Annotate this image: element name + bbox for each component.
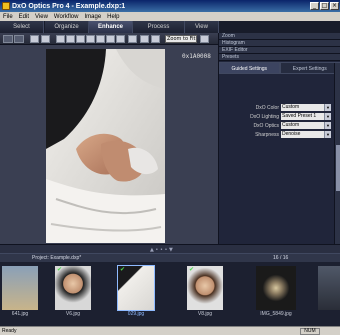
filmstrip: 641.jpg ✔ V6.jpg ✔ 029.jpg ✔ V8.jpg IMG_… [0,262,340,326]
check-icon: ✔ [189,266,195,273]
menu-bar: File Edit View Workflow Image Help [0,12,340,21]
setting-dxo-lighting: DxO Lighting Saved Preset 1 ▼ [219,113,335,121]
tab-guided-settings[interactable]: Guided Settings [219,62,280,74]
crop-tool-icon[interactable] [76,35,85,43]
palette-presets[interactable]: Presets [219,54,340,61]
select-value: Saved Preset 1 [282,113,317,119]
status-text: Ready [2,328,17,334]
tab-process[interactable]: Process [133,21,185,33]
panel-scrollbar[interactable] [334,63,340,244]
menu-view[interactable]: View [35,14,48,20]
info-icon[interactable] [128,35,137,43]
dxo-app-icon [2,2,10,10]
tab-select[interactable]: Select [0,21,44,33]
red-eye-tool-icon[interactable] [106,35,115,43]
thumbnail-item[interactable]: 641.jpg [2,266,38,317]
check-icon: ✔ [57,266,63,273]
close-button[interactable]: × [330,2,339,10]
workflow-tabs: Select Organize Enhance Process View [0,21,340,33]
filmstrip-splitter[interactable]: ▲ • • • ▼ [0,244,340,253]
select-value: Denoise [282,131,301,137]
check-icon: ✔ [120,266,126,273]
chevron-down-icon[interactable]: ▼ [324,113,331,120]
thumbnail-caption: IMG_5849.jpg [260,311,292,317]
tab-enhance[interactable]: Enhance [89,21,133,33]
menu-image[interactable]: Image [84,14,101,20]
sharpness-select[interactable]: Denoise ▼ [281,131,331,138]
scrollbar-thumb[interactable] [336,145,340,191]
select-value: Custom [282,122,300,128]
minimize-button[interactable]: _ [310,2,319,10]
coordinate-readout: 0x1A0008 [182,53,211,60]
settings-panel: Zoom Histogram EXIF Editor Presets Guide… [218,33,340,244]
thumbnail-caption: 641.jpg [11,311,29,317]
num-lock-indicator: NUM [300,328,320,335]
project-bar: Project: Example.dxp* 16 / 16 [0,253,340,262]
chevron-down-icon[interactable]: ▼ [324,131,331,138]
setting-dxo-optics: DxO Optics Custom ▼ [219,122,335,130]
thumbnail-caption: V8.jpg [197,311,213,317]
settings-tabs: Guided Settings Expert Settings [219,62,340,74]
maximize-button[interactable]: □ [320,2,329,10]
thumbnail-item[interactable]: ✔ 029.jpg [117,265,155,317]
menu-workflow[interactable]: Workflow [54,14,79,20]
back-icon[interactable] [3,35,13,43]
setting-label: DxO Optics [253,123,279,129]
select-value: Custom [282,104,300,110]
palette-histogram[interactable]: Histogram [219,40,340,47]
palette-exif-editor[interactable]: EXIF Editor [219,47,340,54]
tab-organize[interactable]: Organize [45,21,89,33]
chevron-down-icon[interactable]: ▼ [324,104,331,111]
palette-zoom[interactable]: Zoom [219,33,340,40]
dust-tool-icon[interactable] [116,35,125,43]
zoom-select[interactable]: Zoom to Fit [165,35,197,43]
thumbnail-item[interactable] [318,266,340,316]
menu-file[interactable]: File [3,14,13,20]
straighten-tool-icon[interactable] [86,35,95,43]
compare-view-icon[interactable] [41,35,50,43]
thumbnail-caption: V6.jpg [65,311,81,317]
dxo-lighting-select[interactable]: Saved Preset 1 ▼ [281,113,331,120]
forward-icon[interactable] [14,35,24,43]
tab-expert-settings[interactable]: Expert Settings [279,62,340,74]
single-view-icon[interactable] [30,35,39,43]
menu-edit[interactable]: Edit [19,14,29,20]
thumbnail-item[interactable]: ✔ V6.jpg [55,266,91,317]
tab-view[interactable]: View [185,21,219,33]
thumbnail-image[interactable] [318,266,340,310]
fullscreen-icon[interactable] [200,35,209,43]
setting-label: DxO Color [255,105,279,111]
chevron-down-icon[interactable]: ▼ [324,122,331,129]
title-bar: DxO Optics Pro 4 - Example.dxp:1 _ □ × [0,0,340,12]
zoom-tool-icon[interactable] [66,35,75,43]
status-bar: Ready NUM [0,326,340,335]
thumbnail-caption: 029.jpg [127,311,145,317]
setting-label: DxO Lighting [250,114,279,120]
white-balance-picker-icon[interactable] [96,35,105,43]
thumbnail-image[interactable] [256,266,296,310]
setting-label: Sharpness [255,132,279,138]
rotate-right-icon[interactable] [151,35,160,43]
window-title: DxO Optics Pro 4 - Example.dxp:1 [12,2,126,10]
setting-dxo-color: DxO Color Custom ▼ [219,104,335,112]
dxo-optics-select[interactable]: Custom ▼ [281,122,331,129]
thumbnail-item[interactable]: ✔ V8.jpg [187,266,223,317]
thumbnail-image[interactable] [2,266,38,310]
main-photo [46,49,165,243]
rotate-left-icon[interactable] [140,35,149,43]
setting-sharpness: Sharpness Denoise ▼ [219,131,335,139]
dxo-color-select[interactable]: Custom ▼ [281,104,331,111]
menu-help[interactable]: Help [107,14,119,20]
hand-tool-icon[interactable] [56,35,65,43]
thumbnail-item[interactable]: IMG_5849.jpg [256,266,296,317]
